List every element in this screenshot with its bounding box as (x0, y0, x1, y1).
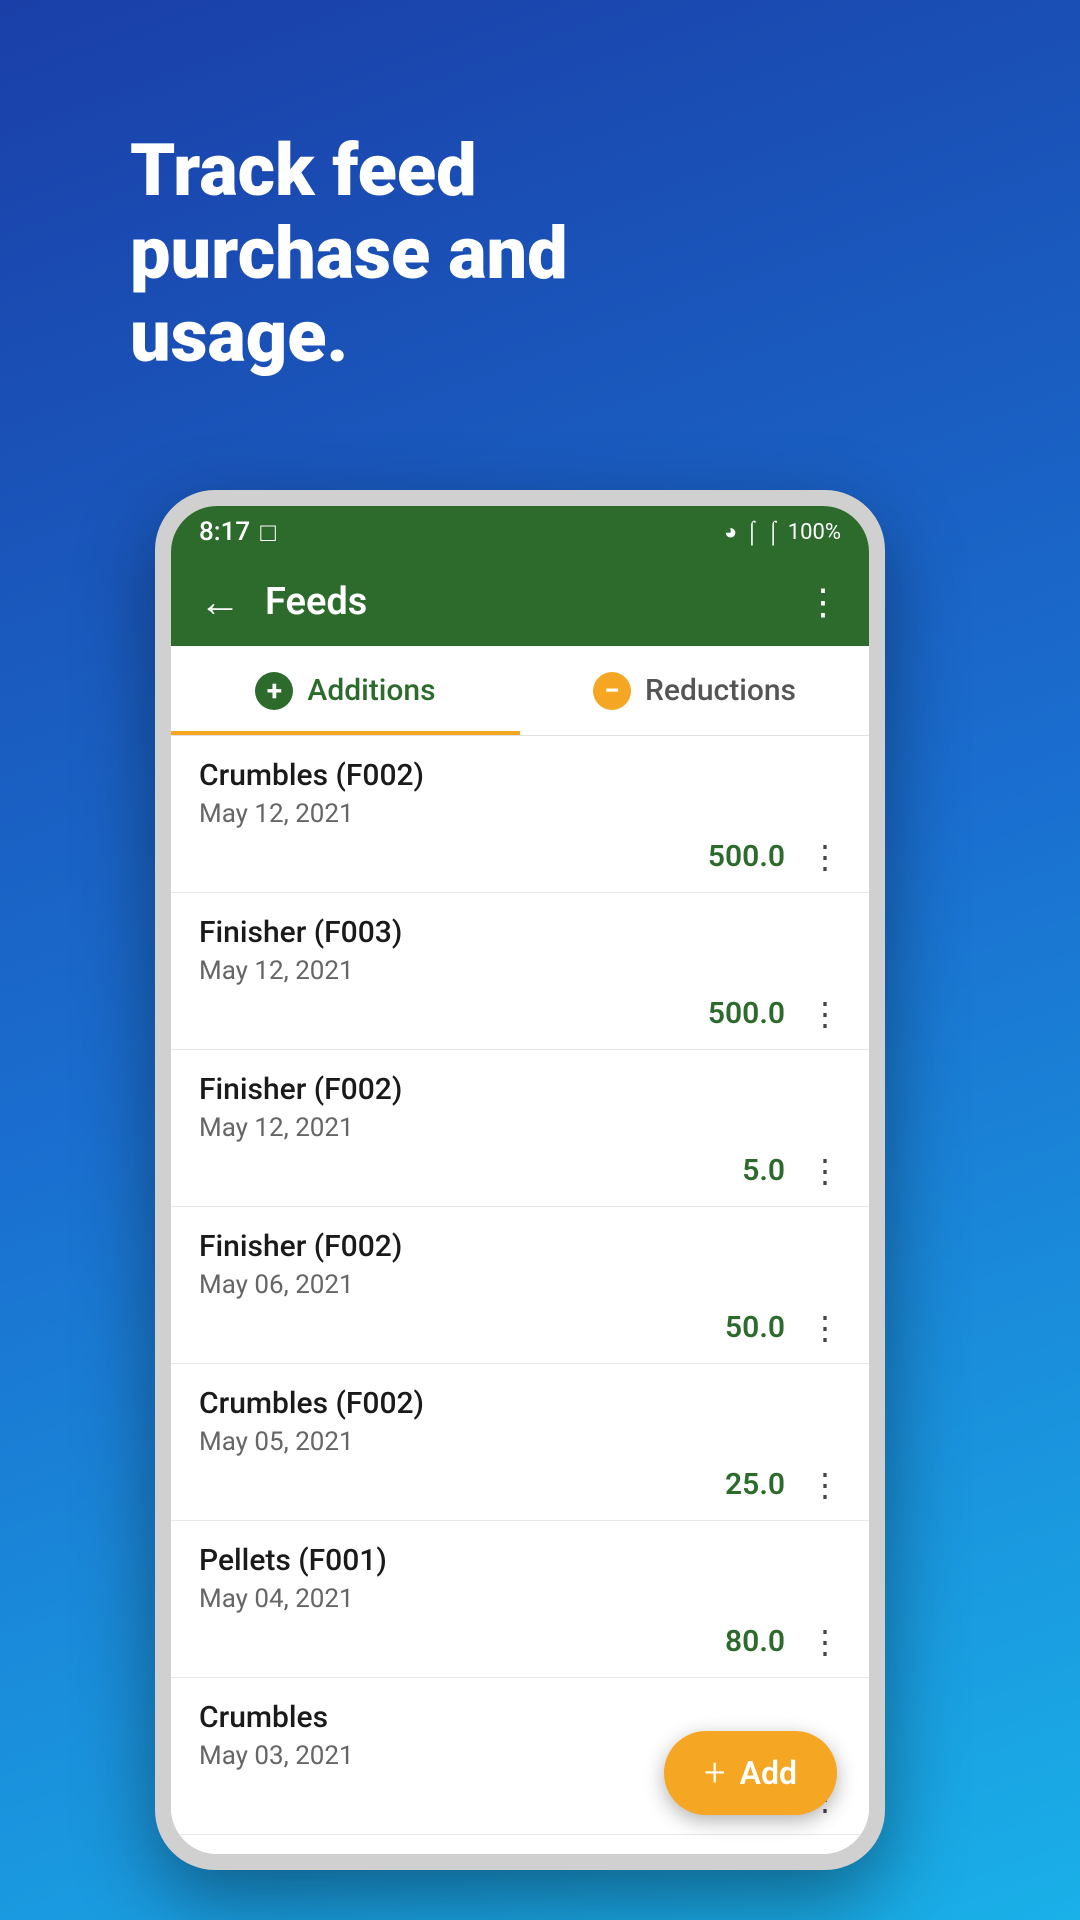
list-item: Finisher (F003) May 12, 2021 500.0 ⋮ (171, 893, 869, 1050)
feed-date: May 04, 2021 (199, 1584, 841, 1614)
item-menu-button[interactable]: ⋮ (809, 998, 841, 1030)
app-bar-title: Feeds (265, 580, 805, 624)
app-bar: ← Feeds ⋮ (171, 558, 869, 646)
add-button[interactable]: + Add (664, 1731, 837, 1815)
feed-name: Finisher (F003) (199, 915, 841, 950)
signal-icon-2: ⌠ (766, 519, 779, 545)
feed-amount: 500.0 (708, 996, 785, 1031)
feed-date: May 12, 2021 (199, 956, 841, 986)
feed-name: Crumbles (199, 1700, 841, 1735)
feed-name: Crumbles (F002) (199, 758, 841, 793)
feed-amount: 5.0 (742, 1153, 785, 1188)
fab-label: Add (740, 1754, 797, 1792)
list-item: Crumbles (F002) May 12, 2021 500.0 ⋮ (171, 736, 869, 893)
item-menu-button[interactable]: ⋮ (809, 1312, 841, 1344)
tab-additions-label: Additions (307, 673, 435, 708)
feed-date: May 06, 2021 (199, 1270, 841, 1300)
hero-text-block: Track feed purchase and usage. (130, 130, 690, 378)
phone-frame: 8:17 □ ◕ ⌠ ⌠ 100% ← Feeds ⋮ + Additions … (155, 490, 885, 1870)
feed-amount: 500.0 (708, 839, 785, 874)
feed-amount: 25.0 (725, 1467, 785, 1502)
feed-list: Crumbles (F002) May 12, 2021 500.0 ⋮ Fin… (171, 736, 869, 1854)
feed-name: Pellets (F001) (199, 1543, 841, 1578)
wifi-icon: ◕ (724, 519, 737, 545)
feed-date: May 12, 2021 (199, 1113, 841, 1143)
tabs-bar: + Additions − Reductions (171, 646, 869, 736)
tab-additions[interactable]: + Additions (171, 646, 520, 735)
feed-name: Finisher (F002) (199, 1229, 841, 1264)
status-bar: 8:17 □ ◕ ⌠ ⌠ 100% (171, 506, 869, 558)
back-button[interactable]: ← (199, 578, 241, 627)
feed-amount: 50.0 (725, 1310, 785, 1345)
feed-date: May 12, 2021 (199, 799, 841, 829)
tab-add-icon: + (255, 672, 293, 710)
item-menu-button[interactable]: ⋮ (809, 1626, 841, 1658)
feed-name: Finisher (F002) (199, 1072, 841, 1107)
signal-icon: ⌠ (745, 519, 758, 545)
feed-name: Crumbles (F002) (199, 1386, 841, 1421)
list-item: Pellets (F001) May 04, 2021 80.0 ⋮ (171, 1521, 869, 1678)
item-menu-button[interactable]: ⋮ (809, 1155, 841, 1187)
item-menu-button[interactable]: ⋮ (809, 1469, 841, 1501)
tab-reductions[interactable]: − Reductions (520, 646, 869, 735)
feed-amount: 80.0 (725, 1624, 785, 1659)
battery-text: 100% (788, 520, 841, 545)
status-time: 8:17 (199, 517, 250, 547)
fab-plus-icon: + (704, 1751, 725, 1795)
screen-icon: □ (260, 517, 276, 548)
menu-button[interactable]: ⋮ (805, 581, 841, 623)
item-menu-button[interactable]: ⋮ (809, 841, 841, 873)
list-item: Finisher (F002) May 12, 2021 5.0 ⋮ (171, 1050, 869, 1207)
list-item: Finisher (F002) May 06, 2021 50.0 ⋮ (171, 1207, 869, 1364)
fab-container: + Add (664, 1731, 837, 1815)
tab-reductions-label: Reductions (645, 673, 796, 708)
feed-date: May 05, 2021 (199, 1427, 841, 1457)
list-item: Crumbles (F002) May 05, 2021 25.0 ⋮ (171, 1364, 869, 1521)
list-item: Mash (F001) May 02, 2021 ⋮ (171, 1835, 869, 1854)
tab-minus-icon: − (593, 672, 631, 710)
